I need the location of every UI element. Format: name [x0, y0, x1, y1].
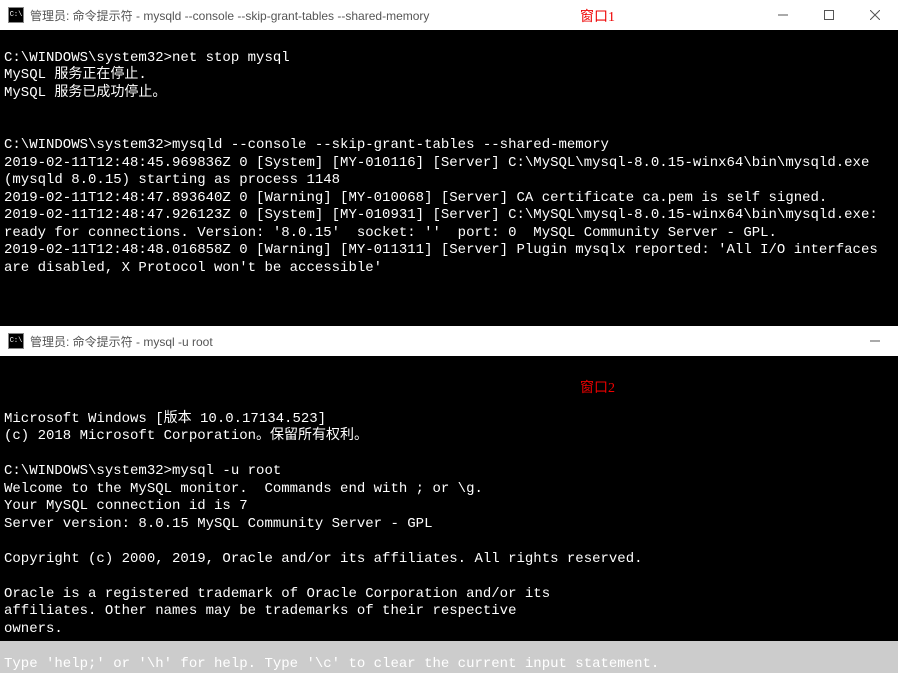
annotation-window2: 窗口2: [580, 380, 615, 398]
terminal-output-1[interactable]: C:\WINDOWS\system32>net stop mysqlMySQL …: [0, 30, 898, 326]
terminal-line: MySQL 服务正在停止.: [4, 67, 894, 85]
terminal-line: C:\WINDOWS\system32>mysql -u root: [4, 463, 894, 481]
terminal-line: Welcome to the MySQL monitor. Commands e…: [4, 481, 894, 499]
terminal-line: 2019-02-11T12:48:47.893640Z 0 [Warning] …: [4, 190, 894, 208]
terminal-line: affiliates. Other names may be trademark…: [4, 603, 894, 621]
terminal-line: Microsoft Windows [版本 10.0.17134.523]: [4, 411, 894, 429]
terminal-line: Server version: 8.0.15 MySQL Community S…: [4, 516, 894, 534]
terminal-line: [4, 568, 894, 586]
terminal-line: [4, 120, 894, 138]
terminal-line: owners.: [4, 621, 894, 639]
window-controls-1: [760, 0, 898, 30]
terminal-window-2: C:\ 管理员: 命令提示符 - mysql -u root 窗口2 Micro…: [0, 326, 898, 641]
window-title-2: 管理员: 命令提示符 - mysql -u root: [30, 333, 213, 350]
terminal-line: (c) 2018 Microsoft Corporation。保留所有权利。: [4, 428, 894, 446]
terminal-line: Oracle is a registered trademark of Orac…: [4, 586, 894, 604]
terminal-line: [4, 32, 894, 50]
terminal-line: Your MySQL connection id is 7: [4, 498, 894, 516]
terminal-line: 2019-02-11T12:48:48.016858Z 0 [Warning] …: [4, 242, 894, 277]
terminal-line: MySQL 服务已成功停止。: [4, 85, 894, 103]
terminal-line: [4, 446, 894, 464]
terminal-line: Type 'help;' or '\h' for help. Type '\c'…: [4, 656, 894, 673]
annotation-window1: 窗口1: [580, 6, 615, 26]
close-button[interactable]: [852, 0, 898, 30]
terminal-line: [4, 533, 894, 551]
terminal-output-2[interactable]: 窗口2 Microsoft Windows [版本 10.0.17134.523…: [0, 356, 898, 641]
terminal-line: Copyright (c) 2000, 2019, Oracle and/or …: [4, 551, 894, 569]
cmd-icon: C:\: [8, 333, 24, 349]
terminal-line: [4, 102, 894, 120]
terminal-line: 2019-02-11T12:48:47.926123Z 0 [System] […: [4, 207, 894, 242]
minimize-button[interactable]: [760, 0, 806, 30]
terminal-line: 2019-02-11T12:48:45.969836Z 0 [System] […: [4, 155, 894, 190]
titlebar-2[interactable]: C:\ 管理员: 命令提示符 - mysql -u root: [0, 326, 898, 356]
titlebar-1[interactable]: C:\ 管理员: 命令提示符 - mysqld --console --skip…: [0, 0, 898, 30]
maximize-button[interactable]: [806, 0, 852, 30]
window-title-1: 管理员: 命令提示符 - mysqld --console --skip-gra…: [30, 7, 429, 24]
terminal-line: C:\WINDOWS\system32>mysqld --console --s…: [4, 137, 894, 155]
minimize-button[interactable]: [852, 326, 898, 356]
window-controls-2: [852, 326, 898, 356]
cmd-icon: C:\: [8, 7, 24, 23]
terminal-window-1: C:\ 管理员: 命令提示符 - mysqld --console --skip…: [0, 0, 898, 326]
terminal-line: C:\WINDOWS\system32>net stop mysql: [4, 50, 894, 68]
